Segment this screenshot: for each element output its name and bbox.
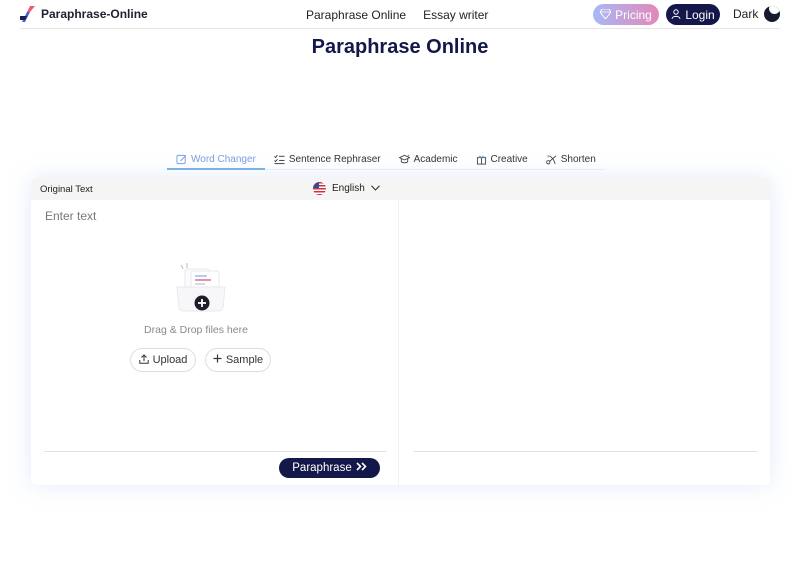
tab-label: Shorten: [560, 154, 596, 165]
tab-label: Academic: [413, 154, 458, 165]
tab-creative[interactable]: Creative: [466, 150, 537, 170]
sample-label: Sample: [225, 354, 264, 366]
output-footer-divider: [414, 451, 757, 452]
mode-tabs: Word Changer Sentence Rephraser Academic…: [167, 150, 605, 170]
user-icon: [671, 8, 681, 22]
brand-name: Paraphrase-Online: [41, 7, 148, 21]
chevron-down-icon: [370, 183, 380, 194]
edit-icon: [176, 154, 187, 164]
input-footer-divider: [44, 451, 386, 452]
editor-toolbar: [31, 178, 770, 200]
editor-card: Original Text English Enter text Drag & …: [31, 178, 770, 485]
diamond-icon: [599, 8, 612, 22]
tab-academic[interactable]: Academic: [389, 150, 467, 170]
plus-icon: [213, 354, 222, 366]
nav-paraphrase-online[interactable]: Paraphrase Online: [306, 8, 406, 22]
tab-label: Creative: [490, 154, 528, 165]
gift-icon: [476, 155, 486, 165]
paraphrase-label: Paraphrase: [292, 462, 352, 474]
tab-shorten[interactable]: Shorten: [536, 150, 605, 170]
double-chevron-right-icon: [356, 462, 367, 474]
pricing-label: Pricing: [615, 7, 652, 22]
file-drop-illustration-icon: [175, 261, 227, 313]
tab-word-changer[interactable]: Word Changer: [167, 150, 265, 170]
list-check-icon: [273, 154, 285, 165]
drop-zone-text: Drag & Drop files here: [144, 324, 248, 336]
page-title: Paraphrase Online: [311, 36, 489, 58]
language-selector[interactable]: English: [313, 182, 380, 195]
top-header: Paraphrase-Online Paraphrase Online Essa…: [0, 0, 800, 29]
us-flag-icon: [313, 182, 326, 195]
main-nav: Paraphrase Online Essay writer: [306, 8, 488, 22]
dark-mode-label: Dark: [733, 7, 759, 21]
tab-label: Sentence Rephraser: [288, 154, 381, 165]
upload-label: Upload: [152, 354, 188, 366]
sample-button[interactable]: Sample: [205, 348, 271, 372]
language-label: English: [332, 183, 365, 194]
nav-essay-writer[interactable]: Essay writer: [423, 8, 488, 22]
login-label: Login: [685, 7, 715, 22]
dark-mode-toggle[interactable]: Dark: [733, 6, 781, 22]
upload-button[interactable]: Upload: [130, 348, 196, 372]
upload-icon: [138, 353, 149, 367]
input-textarea[interactable]: Enter text: [45, 209, 96, 223]
moon-icon: [764, 6, 781, 22]
editor-pane-divider: [398, 200, 399, 485]
brand-link[interactable]: Paraphrase-Online: [20, 6, 148, 22]
login-button[interactable]: Login: [666, 4, 720, 25]
original-text-label: Original Text: [40, 184, 93, 195]
brand-logo-icon: [20, 6, 36, 22]
header-divider: [20, 28, 780, 29]
paraphrase-button[interactable]: Paraphrase: [279, 458, 380, 478]
tab-label: Word Changer: [191, 153, 256, 165]
tab-sentence-rephraser[interactable]: Sentence Rephraser: [264, 150, 390, 170]
scissors-icon: [545, 155, 557, 165]
graduation-cap-icon: [398, 154, 410, 164]
pricing-button[interactable]: Pricing: [593, 4, 659, 25]
